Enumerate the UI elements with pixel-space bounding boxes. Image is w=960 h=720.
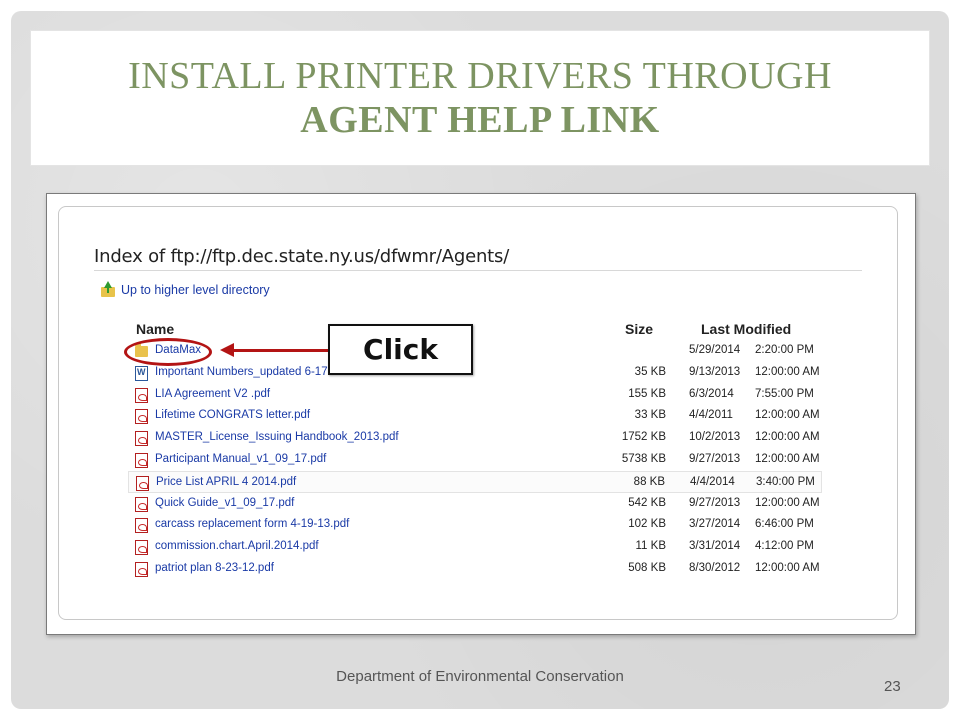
pdf-icon <box>135 387 148 403</box>
file-time: 4:12:00 PM <box>755 540 814 553</box>
file-time: 12:00:00 AM <box>755 431 820 444</box>
title-line-2: AGENT HELP LINK <box>300 99 660 141</box>
file-time: 12:00:00 AM <box>755 496 820 509</box>
file-name-link[interactable]: MASTER_License_Issuing Handbook_2013.pdf <box>155 431 399 443</box>
ftp-index-heading: Index of ftp://ftp.dec.state.ny.us/dfwmr… <box>94 246 510 267</box>
file-size: 155 KB <box>628 387 666 400</box>
file-size: 35 KB <box>634 365 666 378</box>
pdf-icon <box>135 409 148 425</box>
file-row[interactable]: MASTER_License_Issuing Handbook_2013.pdf… <box>128 427 822 449</box>
pdf-icon <box>135 453 148 468</box>
file-date: 4/4/2014 <box>690 475 735 488</box>
file-time: 6:46:00 PM <box>755 518 814 531</box>
click-callout: Click <box>328 324 473 375</box>
column-header-name[interactable]: Name <box>136 321 174 337</box>
pdf-icon <box>135 496 148 512</box>
file-date: 4/4/2011 <box>689 409 733 422</box>
column-header-last-modified[interactable]: Last Modified <box>701 321 791 337</box>
file-row[interactable]: carcass replacement form 4-19-13.pdf 102 … <box>128 514 822 536</box>
file-date: 3/27/2014 <box>689 518 741 531</box>
file-size: 102 KB <box>628 518 666 531</box>
file-date: 10/2/2013 <box>689 431 741 444</box>
highlight-circle <box>124 338 212 366</box>
file-row[interactable]: Important Numbers_updated 6-17-13.docx35… <box>128 362 822 384</box>
file-date: 9/27/2013 <box>689 453 741 465</box>
callout-arrow-head-icon <box>220 343 234 357</box>
pdf-icon <box>136 475 149 491</box>
slide-title: INSTALL PRINTER DRIVERS THROUGH AGENT HE… <box>30 30 930 166</box>
file-size: 5738 KB <box>621 453 666 465</box>
file-time: 12:00:00 AM <box>755 453 820 465</box>
file-date: 6/3/2014 <box>689 387 734 400</box>
file-row[interactable]: Lifetime CONGRATS letter.pdf 33 KB 4/4/201… <box>128 405 822 427</box>
file-time: 7:55:00 PM <box>755 387 814 400</box>
file-name-link[interactable]: Quick Guide_v1_09_17.pdf <box>155 497 294 509</box>
file-name-link[interactable]: carcass replacement form 4-19-13.pdf <box>155 518 349 530</box>
file-name-link[interactable]: commission.chart.April.2014.pdf <box>155 540 319 552</box>
file-size: 508 KB <box>628 562 666 574</box>
pdf-icon <box>135 562 148 577</box>
file-size: 11 KB <box>635 540 666 553</box>
file-row[interactable]: patriot plan 8-23-12.pdf 508 KB 8/30/2012 1… <box>128 558 822 580</box>
file-row[interactable]: LIA Agreement V2 .pdf 155 KB 6/3/2014 7:55:… <box>128 384 822 406</box>
title-line-1: INSTALL PRINTER DRIVERS THROUGH <box>128 55 832 97</box>
up-directory-link[interactable]: Up to higher level directory <box>101 281 270 297</box>
file-size: 1752 KB <box>621 431 666 444</box>
file-date: 8/30/2012 <box>689 562 741 574</box>
pdf-icon <box>135 540 148 556</box>
word-doc-icon <box>135 365 148 381</box>
file-date: 3/31/2014 <box>689 540 741 553</box>
pdf-icon <box>135 518 148 534</box>
file-name-link[interactable]: LIA Agreement V2 .pdf <box>155 388 270 400</box>
column-header-size[interactable]: Size <box>625 321 653 337</box>
callout-arrow-line <box>232 349 330 352</box>
file-date: 9/27/2013 <box>689 496 741 509</box>
file-date: 5/29/2014 <box>689 344 741 356</box>
footer-department: Department of Environmental Conservation <box>336 668 624 685</box>
file-name-link[interactable]: Participant Manual_v1_09_17.pdf <box>155 453 326 465</box>
file-name-link[interactable]: patriot plan 8-23-12.pdf <box>155 562 274 574</box>
heading-divider <box>94 270 862 271</box>
file-name-link[interactable]: Lifetime CONGRATS letter.pdf <box>155 409 310 421</box>
file-size: 33 KB <box>634 409 666 422</box>
file-row[interactable]: commission.chart.April.2014.pdf 11 KB 3/31… <box>128 536 822 558</box>
slide-page-number: 23 <box>884 678 901 695</box>
file-size: 88 KB <box>633 475 665 488</box>
up-folder-icon <box>101 281 115 297</box>
up-directory-label: Up to higher level directory <box>121 283 270 297</box>
file-time: 12:00:00 AM <box>755 562 820 574</box>
file-time: 2:20:00 PM <box>755 344 814 356</box>
file-row[interactable]: Quick Guide_v1_09_17.pdf 542 KB 9/27/2013 1… <box>128 493 822 515</box>
file-size: 542 KB <box>628 496 666 509</box>
file-row[interactable]: Price List APRIL 4 2014.pdf 88 KB 4/4/2014… <box>128 470 822 493</box>
file-time: 12:00:00 AM <box>755 409 820 422</box>
file-row[interactable]: Participant Manual_v1_09_17.pdf 5738 KB 9/… <box>128 449 822 471</box>
file-time: 12:00:00 AM <box>755 365 820 378</box>
file-time: 3:40:00 PM <box>756 475 815 488</box>
file-name-link[interactable]: Price List APRIL 4 2014.pdf <box>156 476 296 488</box>
pdf-icon <box>135 431 148 447</box>
file-date: 9/13/2013 <box>689 365 741 378</box>
